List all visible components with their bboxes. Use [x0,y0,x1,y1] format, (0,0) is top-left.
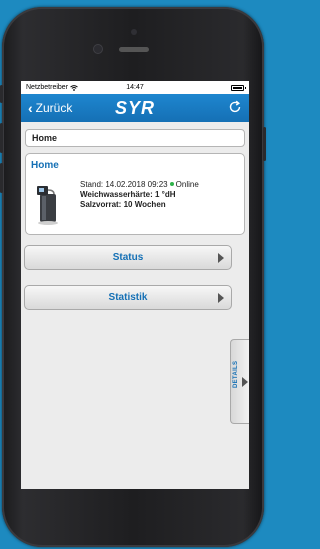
main-content: Home Home Stand: 14.02.2018 09:23 Online … [21,122,249,489]
details-drawer-tab[interactable]: DETAILS [230,339,249,424]
device-online-status: Online [175,180,199,189]
statistik-button[interactable]: Statistik [24,285,232,310]
earpiece-speaker [119,47,149,52]
power-button [263,127,266,161]
refresh-icon[interactable] [228,100,242,117]
device-timestamp: Stand: 14.02.2018 09:23 [80,180,168,189]
app-screen: Netzbetreiber 14:47 ‹ Zurück SYR Home Ho… [21,81,249,489]
device-status-line: Stand: 14.02.2018 09:23 Online [80,180,199,190]
mute-switch [0,85,3,103]
front-camera [94,45,102,53]
device-hardness: Weichwasserhärte: 1 °dH [80,190,176,199]
proximity-sensor [131,29,137,35]
back-button[interactable]: ‹ Zurück [28,101,72,115]
device-name: Home [31,160,59,171]
details-tab-label: DETAILS [233,360,239,388]
device-info: Stand: 14.02.2018 09:23 Online Weichwasse… [80,180,199,210]
statistik-button-label: Statistik [108,292,148,303]
nav-bar: ‹ Zurück SYR [21,94,249,122]
back-label: Zurück [35,101,73,115]
status-button[interactable]: Status [24,245,232,270]
volume-down-button [0,163,3,193]
clock: 14:47 [126,84,144,91]
battery-icon [231,84,246,91]
status-bar: Netzbetreiber 14:47 [21,81,249,94]
chevron-right-icon [218,293,224,303]
water-softener-icon [37,186,58,225]
volume-up-button [0,123,3,153]
online-indicator [169,182,174,187]
device-salt-supply: Salzvorrat: 10 Wochen [80,200,166,209]
device-card[interactable]: Home Stand: 14.02.2018 09:23 Online Weich… [25,153,245,235]
chevron-left-icon: ‹ [28,100,33,116]
chevron-right-icon [218,253,224,263]
phone-frame: Netzbetreiber 14:47 ‹ Zurück SYR Home Ho… [0,7,266,547]
chevron-right-icon [242,377,248,387]
status-button-label: Status [112,252,144,263]
location-field[interactable]: Home [25,129,245,147]
